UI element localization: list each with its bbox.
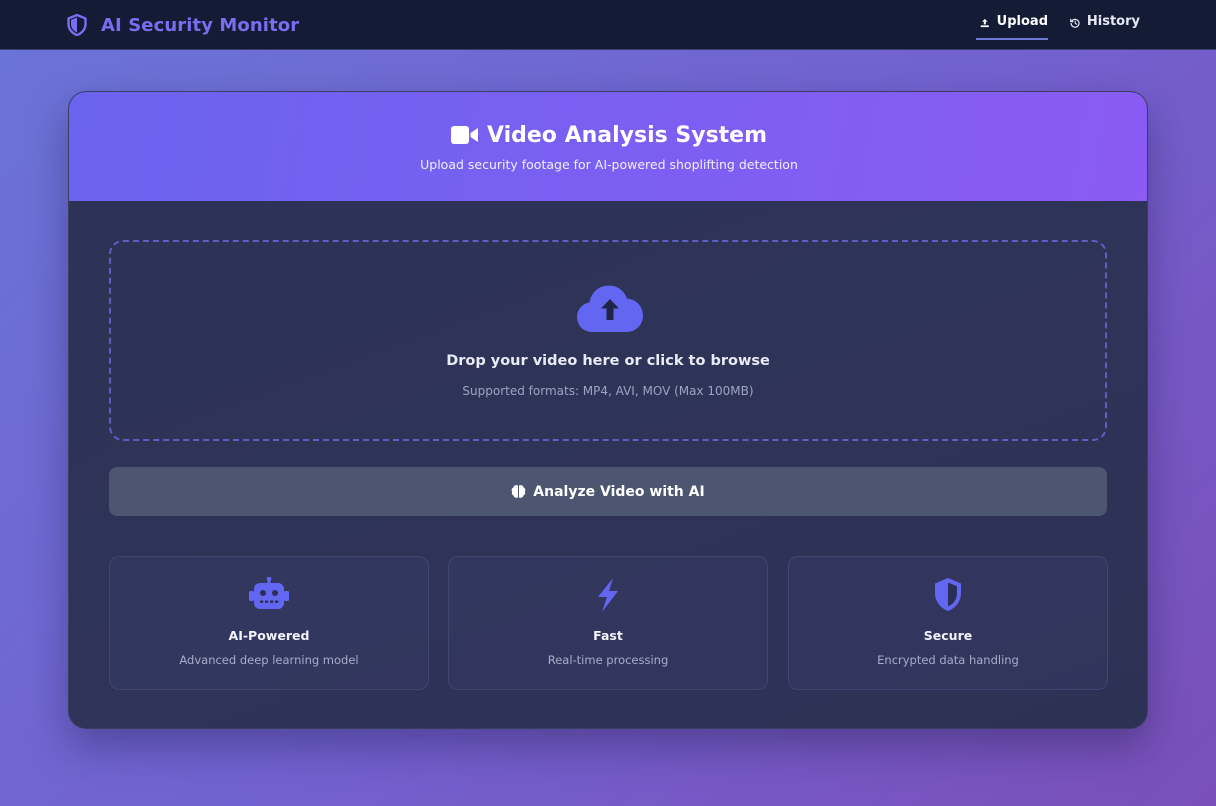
feature-card-secure: Secure Encrypted data handling	[788, 556, 1108, 690]
brain-icon	[511, 485, 526, 498]
feature-title: AI-Powered	[228, 628, 310, 643]
brand-title: AI Security Monitor	[101, 14, 300, 36]
card-header: Video Analysis System Upload security fo…	[69, 92, 1147, 201]
feature-desc: Advanced deep learning model	[179, 653, 359, 667]
card-title-text: Video Analysis System	[486, 122, 768, 148]
lightning-icon	[598, 578, 618, 612]
feature-card-ai-powered: AI-Powered Advanced deep learning model	[109, 556, 429, 690]
nav-upload-label: Upload	[996, 14, 1048, 29]
shield-icon	[67, 14, 87, 36]
dropzone-hint: Supported formats: MP4, AVI, MOV (Max 10…	[462, 384, 754, 398]
card-subtitle: Upload security footage for AI-powered s…	[420, 157, 798, 172]
feature-title: Secure	[923, 628, 973, 643]
video-dropzone[interactable]: Drop your video here or click to browse …	[109, 240, 1107, 441]
shield-icon	[935, 578, 961, 611]
nav-upload-link[interactable]: Upload	[976, 14, 1048, 40]
feature-card-fast: Fast Real-time processing	[448, 556, 768, 690]
navbar: AI Security Monitor Upload History	[0, 0, 1216, 50]
video-analysis-card: Video Analysis System Upload security fo…	[68, 91, 1148, 729]
robot-icon	[249, 577, 289, 609]
nav-history-label: History	[1086, 14, 1140, 29]
feature-desc: Real-time processing	[547, 653, 669, 667]
history-icon	[1070, 18, 1080, 28]
brand[interactable]: AI Security Monitor	[67, 13, 299, 37]
analyze-video-button[interactable]: Analyze Video with AI	[109, 467, 1107, 516]
feature-desc: Encrypted data handling	[877, 653, 1019, 667]
video-camera-icon	[450, 126, 478, 144]
card-title: Video Analysis System	[69, 120, 1147, 150]
nav-history-link[interactable]: History	[1070, 14, 1140, 40]
feature-title: Fast	[593, 628, 623, 643]
dropzone-title: Drop your video here or click to browse	[446, 353, 770, 369]
analyze-button-label: Analyze Video with AI	[533, 483, 705, 500]
cloud-upload-icon	[577, 285, 643, 332]
upload-icon	[980, 18, 989, 28]
